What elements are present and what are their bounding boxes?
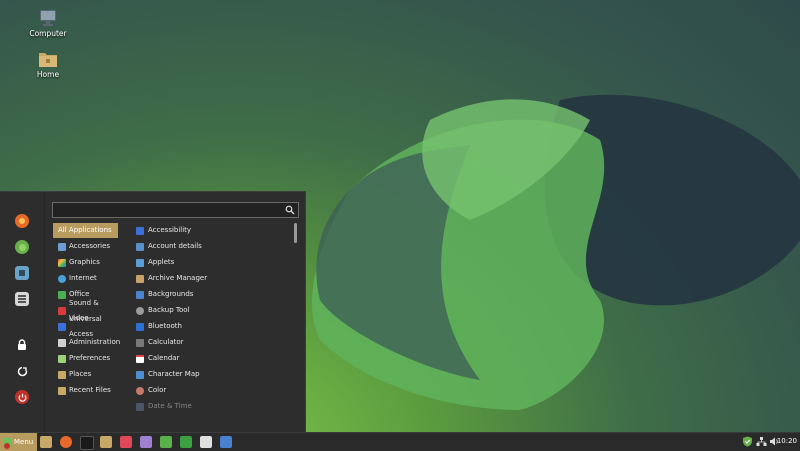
power-icon[interactable] — [15, 390, 29, 404]
scrollbar-thumb[interactable] — [294, 223, 297, 243]
places-folder-icon — [58, 370, 66, 379]
files-icon[interactable] — [100, 436, 112, 448]
recent-folder-icon — [58, 386, 66, 395]
category-label: Accessories — [69, 242, 111, 250]
app-label: Account details — [148, 242, 202, 250]
app-character-map[interactable]: Character Map — [136, 367, 286, 382]
category-label: Graphics — [69, 258, 100, 266]
app-calculator[interactable]: Calculator — [136, 335, 286, 350]
category-places[interactable]: Places — [53, 367, 118, 382]
shield-icon[interactable] — [742, 436, 753, 447]
category-universal-access[interactable]: Universal Access — [53, 315, 118, 338]
taskbar: Menu 10:20 — [0, 432, 800, 451]
app-launcher-2-icon[interactable] — [140, 436, 152, 448]
show-desktop-icon[interactable] — [40, 436, 52, 448]
calendar-icon — [136, 354, 144, 363]
app-label: Calculator — [148, 338, 184, 346]
application-menu: All Applications Accessories Graphics In… — [0, 191, 306, 433]
app-label: Accessibility — [148, 226, 192, 234]
date-time-icon — [136, 402, 144, 411]
settings-icon[interactable] — [15, 292, 29, 306]
graphics-icon — [58, 258, 66, 267]
app-date-time[interactable]: Date & Time — [136, 399, 286, 414]
search-input[interactable] — [52, 202, 299, 218]
lock-icon[interactable] — [15, 338, 29, 352]
logout-icon[interactable] — [15, 364, 29, 378]
mint-logo-icon — [3, 437, 12, 449]
app-launcher-3-icon[interactable] — [160, 436, 172, 448]
archive-icon — [136, 274, 144, 283]
internet-icon — [58, 274, 66, 283]
accessibility-icon — [136, 226, 144, 235]
app-launcher-4-icon[interactable] — [180, 436, 192, 448]
category-internet[interactable]: Internet — [53, 271, 118, 286]
sound-video-icon — [58, 306, 66, 315]
universal-access-icon — [58, 322, 66, 331]
computer-icon — [38, 9, 58, 27]
favorites-sidebar — [0, 192, 45, 433]
app-label: Date & Time — [148, 402, 192, 410]
category-recent-files[interactable]: Recent Files — [53, 383, 118, 398]
menu-button-label: Menu — [14, 438, 34, 446]
app-green-icon[interactable] — [15, 240, 29, 254]
app-launcher-6-icon[interactable] — [220, 436, 232, 448]
app-accessibility[interactable]: Accessibility — [136, 223, 286, 238]
app-label: Backup Tool — [148, 306, 190, 314]
app-calendar[interactable]: Calendar — [136, 351, 286, 366]
app-label: Backgrounds — [148, 290, 194, 298]
app-label: Color — [148, 386, 167, 394]
category-label: Recent Files — [69, 386, 111, 394]
backgrounds-icon — [136, 290, 144, 299]
software-manager-icon[interactable] — [15, 266, 29, 280]
search-icon — [285, 205, 295, 215]
app-label: Applets — [148, 258, 175, 266]
category-all-applications[interactable]: All Applications — [53, 223, 118, 238]
app-label: Character Map — [148, 370, 200, 378]
terminal-icon[interactable] — [80, 436, 94, 450]
category-administration[interactable]: Administration — [53, 335, 121, 350]
category-graphics[interactable]: Graphics — [53, 255, 118, 270]
accessories-icon — [58, 242, 66, 251]
app-label: Bluetooth — [148, 322, 182, 330]
app-color[interactable]: Color — [136, 383, 286, 398]
folder-icon — [38, 50, 58, 68]
account-icon — [136, 242, 144, 251]
app-applets[interactable]: Applets — [136, 255, 286, 270]
app-archive-manager[interactable]: Archive Manager — [136, 271, 286, 286]
desktop-icon-label: Home — [36, 70, 60, 79]
app-backgrounds[interactable]: Backgrounds — [136, 287, 286, 302]
category-label: Places — [69, 370, 92, 378]
app-launcher-5-icon[interactable] — [200, 436, 212, 448]
applets-icon — [136, 258, 144, 267]
desktop-icon-home[interactable]: Home — [18, 50, 78, 79]
backup-icon — [136, 306, 144, 315]
administration-icon — [58, 338, 66, 347]
category-accessories[interactable]: Accessories — [53, 239, 118, 254]
category-preferences[interactable]: Preferences — [53, 351, 118, 366]
app-label: Archive Manager — [148, 274, 208, 282]
character-map-icon — [136, 370, 144, 379]
preferences-icon — [58, 354, 66, 363]
category-label: Internet — [69, 274, 97, 282]
category-label: All Applications — [58, 226, 112, 234]
category-label: Preferences — [69, 354, 111, 362]
color-icon — [136, 386, 144, 395]
clock[interactable]: 10:20 — [777, 437, 797, 445]
app-bluetooth[interactable]: Bluetooth — [136, 319, 286, 334]
firefox-icon[interactable] — [15, 214, 29, 228]
app-launcher-1-icon[interactable] — [120, 436, 132, 448]
network-icon[interactable] — [756, 436, 767, 447]
menu-button[interactable]: Menu — [0, 433, 37, 451]
firefox-launcher-icon[interactable] — [60, 436, 72, 448]
calculator-icon — [136, 338, 144, 347]
app-backup-tool[interactable]: Backup Tool — [136, 303, 286, 318]
category-label: Administration — [69, 338, 121, 346]
desktop-icon-label: Computer — [29, 29, 67, 38]
bluetooth-icon — [136, 322, 144, 331]
desktop-icon-computer[interactable]: Computer — [18, 9, 78, 38]
app-label: Calendar — [148, 354, 180, 362]
office-icon — [58, 290, 66, 299]
app-account-details[interactable]: Account details — [136, 239, 286, 254]
